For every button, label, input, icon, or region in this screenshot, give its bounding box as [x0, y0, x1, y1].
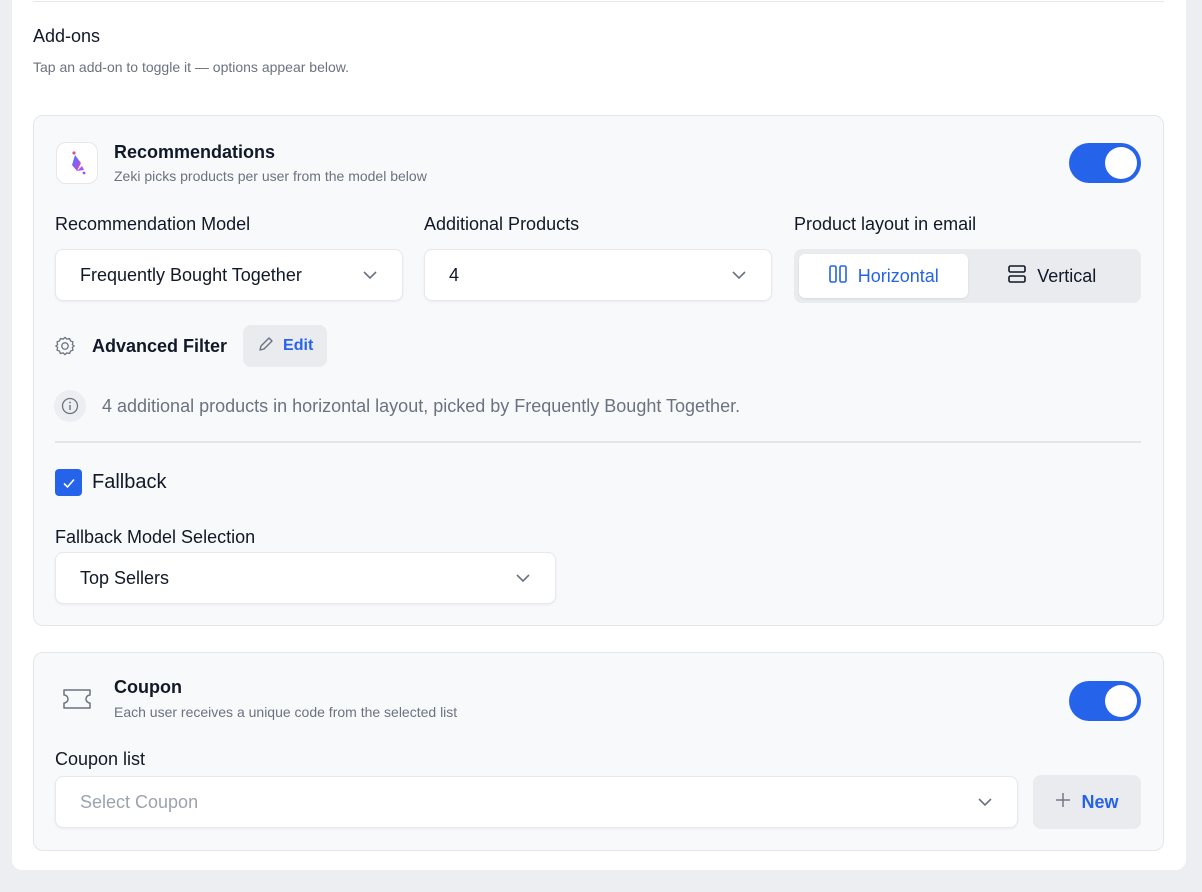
- recommendations-toggle[interactable]: [1069, 143, 1141, 183]
- addons-panel: Add-ons Tap an add-on to toggle it — opt…: [12, 0, 1186, 870]
- coupon-list-select[interactable]: Select Coupon: [55, 776, 1018, 828]
- recommendation-model-select[interactable]: Frequently Bought Together: [55, 249, 403, 301]
- top-divider: [33, 1, 1164, 2]
- edit-label: Edit: [283, 337, 314, 354]
- ticket-icon: [62, 687, 92, 711]
- info-icon: [54, 390, 86, 422]
- sparkle-app-icon: [56, 142, 98, 184]
- advanced-filter-row: Advanced Filter Edit: [54, 324, 328, 368]
- product-layout-toggle: Horizontal Vertical: [794, 249, 1141, 303]
- toggle-knob: [1105, 685, 1137, 717]
- addons-subtitle: Tap an add-on to toggle it — options app…: [33, 59, 349, 75]
- rows-icon: [1007, 264, 1027, 289]
- coupon-list-label: Coupon list: [55, 749, 146, 769]
- coupon-toggle[interactable]: [1069, 681, 1141, 721]
- new-label: New: [1081, 791, 1119, 812]
- additional-products-select[interactable]: 4: [424, 249, 772, 301]
- layout-option-horizontal[interactable]: Horizontal: [799, 254, 968, 298]
- additional-products-value: 4: [449, 264, 460, 285]
- recommendation-summary: 4 additional products in horizontal layo…: [54, 390, 740, 422]
- summary-text: 4 additional products in horizontal layo…: [102, 395, 741, 416]
- chevron-down-icon: [515, 570, 531, 586]
- columns-icon: [828, 264, 848, 289]
- pencil-icon: [257, 335, 275, 358]
- edit-filter-button[interactable]: Edit: [243, 325, 328, 367]
- check-icon: [62, 478, 75, 488]
- product-layout-label: Product layout in email: [794, 214, 977, 234]
- fallback-model-value: Top Sellers: [80, 567, 170, 588]
- coupon-subtitle: Each user receives a unique code from th…: [114, 704, 458, 720]
- advanced-filter-label: Advanced Filter: [92, 335, 228, 356]
- layout-option-label: Horizontal: [857, 265, 939, 286]
- recommendations-subtitle: Zeki picks products per user from the mo…: [114, 168, 427, 184]
- recommendations-title: Recommendations: [114, 142, 276, 162]
- layout-option-vertical[interactable]: Vertical: [968, 254, 1137, 298]
- fallback-label: Fallback: [92, 471, 167, 493]
- layout-option-label: Vertical: [1037, 265, 1097, 286]
- fallback-model-label: Fallback Model Selection: [55, 527, 256, 547]
- recommendation-model-label: Recommendation Model: [55, 214, 251, 234]
- recommendation-model-value: Frequently Bought Together: [80, 264, 302, 285]
- addons-title: Add-ons: [33, 26, 101, 46]
- new-coupon-button[interactable]: New: [1033, 775, 1141, 829]
- fallback-model-select[interactable]: Top Sellers: [55, 552, 556, 604]
- chevron-down-icon: [977, 794, 993, 810]
- additional-products-label: Additional Products: [424, 214, 580, 234]
- fallback-checkbox[interactable]: [55, 469, 82, 496]
- coupon-card[interactable]: Coupon Each user receives a unique code …: [33, 652, 1164, 851]
- toggle-knob: [1105, 147, 1137, 179]
- plus-icon: [1055, 792, 1071, 813]
- gear-icon: [54, 335, 76, 357]
- recommendations-card[interactable]: Recommendations Zeki picks products per …: [33, 115, 1164, 626]
- fallback-checkbox-row[interactable]: Fallback: [55, 469, 166, 496]
- coupon-title: Coupon: [114, 677, 182, 697]
- coupon-list-placeholder: Select Coupon: [80, 791, 199, 812]
- chevron-down-icon: [731, 267, 747, 283]
- divider: [55, 441, 1141, 443]
- chevron-down-icon: [362, 267, 378, 283]
